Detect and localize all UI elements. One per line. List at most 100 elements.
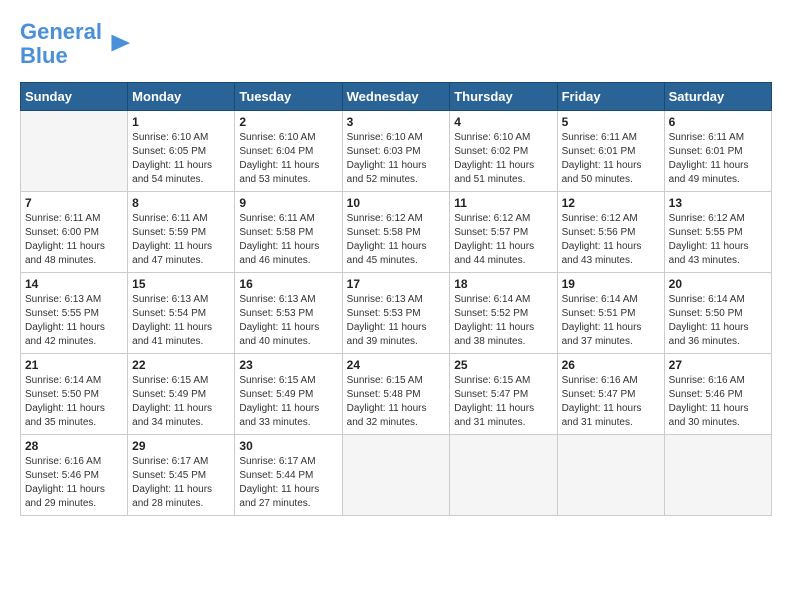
day-info: Sunrise: 6:17 AMSunset: 5:44 PMDaylight:… <box>239 455 337 511</box>
calendar-cell: 15 Sunrise: 6:13 AMSunset: 5:54 PMDayligh… <box>128 273 235 354</box>
calendar-cell <box>342 435 450 516</box>
calendar-cell: 25 Sunrise: 6:15 AMSunset: 5:47 PMDayligh… <box>450 354 557 435</box>
day-number: 25 <box>454 358 552 372</box>
day-info: Sunrise: 6:14 AMSunset: 5:50 PMDaylight:… <box>669 293 767 349</box>
day-info: Sunrise: 6:12 AMSunset: 5:55 PMDaylight:… <box>669 212 767 268</box>
day-number: 15 <box>132 277 230 291</box>
calendar-cell: 23 Sunrise: 6:15 AMSunset: 5:49 PMDayligh… <box>235 354 342 435</box>
day-info: Sunrise: 6:12 AMSunset: 5:56 PMDaylight:… <box>562 212 660 268</box>
calendar-cell: 24 Sunrise: 6:15 AMSunset: 5:48 PMDayligh… <box>342 354 450 435</box>
day-number: 19 <box>562 277 660 291</box>
calendar-cell: 6 Sunrise: 6:11 AMSunset: 6:01 PMDaylight… <box>664 111 771 192</box>
day-number: 8 <box>132 196 230 210</box>
calendar-cell: 3 Sunrise: 6:10 AMSunset: 6:03 PMDaylight… <box>342 111 450 192</box>
header: General Blue <box>20 20 772 68</box>
calendar-cell: 29Sunrise: 6:17 AMSunset: 5:45 PMDayligh… <box>128 435 235 516</box>
day-info: Sunrise: 6:13 AMSunset: 5:53 PMDaylight:… <box>239 293 337 349</box>
calendar-cell: 20 Sunrise: 6:14 AMSunset: 5:50 PMDayligh… <box>664 273 771 354</box>
day-number: 18 <box>454 277 552 291</box>
logo: General Blue <box>20 20 132 68</box>
day-info: Sunrise: 6:12 AMSunset: 5:57 PMDaylight:… <box>454 212 552 268</box>
calendar-cell: 14Sunrise: 6:13 AMSunset: 5:55 PMDayligh… <box>21 273 128 354</box>
calendar-cell: 21Sunrise: 6:14 AMSunset: 5:50 PMDayligh… <box>21 354 128 435</box>
day-number: 16 <box>239 277 337 291</box>
day-info: Sunrise: 6:16 AMSunset: 5:47 PMDaylight:… <box>562 374 660 430</box>
calendar-cell: 9 Sunrise: 6:11 AMSunset: 5:58 PMDaylight… <box>235 192 342 273</box>
day-number: 3 <box>347 115 446 129</box>
calendar-cell: 16 Sunrise: 6:13 AMSunset: 5:53 PMDayligh… <box>235 273 342 354</box>
week-row-1: 1 Sunrise: 6:10 AMSunset: 6:05 PMDaylight… <box>21 111 772 192</box>
calendar-cell: 10Sunrise: 6:12 AMSunset: 5:58 PMDayligh… <box>342 192 450 273</box>
logo-general: General <box>20 19 102 44</box>
day-number: 12 <box>562 196 660 210</box>
day-info: Sunrise: 6:10 AMSunset: 6:04 PMDaylight:… <box>239 131 337 187</box>
day-info: Sunrise: 6:11 AMSunset: 6:00 PMDaylight:… <box>25 212 123 268</box>
day-number: 28 <box>25 439 123 453</box>
calendar-cell: 5 Sunrise: 6:11 AMSunset: 6:01 PMDaylight… <box>557 111 664 192</box>
weekday-header-saturday: Saturday <box>664 83 771 111</box>
week-row-5: 28 Sunrise: 6:16 AMSunset: 5:46 PMDayligh… <box>21 435 772 516</box>
day-info: Sunrise: 6:15 AMSunset: 5:48 PMDaylight:… <box>347 374 446 430</box>
calendar-cell <box>557 435 664 516</box>
calendar-cell <box>664 435 771 516</box>
day-number: 2 <box>239 115 337 129</box>
day-info: Sunrise: 6:15 AMSunset: 5:49 PMDaylight:… <box>239 374 337 430</box>
calendar-cell <box>450 435 557 516</box>
calendar-cell: 22 Sunrise: 6:15 AMSunset: 5:49 PMDayligh… <box>128 354 235 435</box>
day-number: 5 <box>562 115 660 129</box>
weekday-header-thursday: Thursday <box>450 83 557 111</box>
page: General Blue SundayMondayTuesdayWednesda… <box>0 0 792 526</box>
day-number: 23 <box>239 358 337 372</box>
calendar-cell: 1 Sunrise: 6:10 AMSunset: 6:05 PMDaylight… <box>128 111 235 192</box>
day-info: Sunrise: 6:10 AMSunset: 6:02 PMDaylight:… <box>454 131 552 187</box>
day-number: 1 <box>132 115 230 129</box>
day-info: Sunrise: 6:13 AMSunset: 5:53 PMDaylight:… <box>347 293 446 349</box>
weekday-header-wednesday: Wednesday <box>342 83 450 111</box>
day-number: 20 <box>669 277 767 291</box>
day-info: Sunrise: 6:11 AMSunset: 5:58 PMDaylight:… <box>239 212 337 268</box>
weekday-header-friday: Friday <box>557 83 664 111</box>
calendar-cell: 8 Sunrise: 6:11 AMSunset: 5:59 PMDaylight… <box>128 192 235 273</box>
day-info: Sunrise: 6:15 AMSunset: 5:49 PMDaylight:… <box>132 374 230 430</box>
calendar-cell: 26 Sunrise: 6:16 AMSunset: 5:47 PMDayligh… <box>557 354 664 435</box>
day-info: Sunrise: 6:13 AMSunset: 5:54 PMDaylight:… <box>132 293 230 349</box>
day-number: 17 <box>347 277 446 291</box>
logo-text: General Blue <box>20 20 102 68</box>
day-info: Sunrise: 6:16 AMSunset: 5:46 PMDaylight:… <box>669 374 767 430</box>
calendar-cell: 7Sunrise: 6:11 AMSunset: 6:00 PMDaylight… <box>21 192 128 273</box>
day-number: 4 <box>454 115 552 129</box>
day-info: Sunrise: 6:12 AMSunset: 5:58 PMDaylight:… <box>347 212 446 268</box>
calendar-cell: 19 Sunrise: 6:14 AMSunset: 5:51 PMDayligh… <box>557 273 664 354</box>
day-number: 27 <box>669 358 767 372</box>
day-number: 9 <box>239 196 337 210</box>
logo-blue: Blue <box>20 43 68 68</box>
week-row-2: 7Sunrise: 6:11 AMSunset: 6:00 PMDaylight… <box>21 192 772 273</box>
day-info: Sunrise: 6:10 AMSunset: 6:03 PMDaylight:… <box>347 131 446 187</box>
logo-icon <box>104 30 132 58</box>
day-info: Sunrise: 6:14 AMSunset: 5:52 PMDaylight:… <box>454 293 552 349</box>
day-info: Sunrise: 6:11 AMSunset: 6:01 PMDaylight:… <box>562 131 660 187</box>
day-info: Sunrise: 6:11 AMSunset: 5:59 PMDaylight:… <box>132 212 230 268</box>
day-number: 13 <box>669 196 767 210</box>
day-number: 6 <box>669 115 767 129</box>
calendar-cell: 18 Sunrise: 6:14 AMSunset: 5:52 PMDayligh… <box>450 273 557 354</box>
day-info: Sunrise: 6:16 AMSunset: 5:46 PMDaylight:… <box>25 455 123 511</box>
day-number: 30 <box>239 439 337 453</box>
calendar-cell: 28 Sunrise: 6:16 AMSunset: 5:46 PMDayligh… <box>21 435 128 516</box>
day-number: 24 <box>347 358 446 372</box>
day-info: Sunrise: 6:11 AMSunset: 6:01 PMDaylight:… <box>669 131 767 187</box>
day-number: 26 <box>562 358 660 372</box>
calendar-cell: 30 Sunrise: 6:17 AMSunset: 5:44 PMDayligh… <box>235 435 342 516</box>
calendar-cell: 27 Sunrise: 6:16 AMSunset: 5:46 PMDayligh… <box>664 354 771 435</box>
day-number: 14 <box>25 277 123 291</box>
week-row-3: 14Sunrise: 6:13 AMSunset: 5:55 PMDayligh… <box>21 273 772 354</box>
day-info: Sunrise: 6:15 AMSunset: 5:47 PMDaylight:… <box>454 374 552 430</box>
day-info: Sunrise: 6:14 AMSunset: 5:51 PMDaylight:… <box>562 293 660 349</box>
calendar-cell: 11Sunrise: 6:12 AMSunset: 5:57 PMDayligh… <box>450 192 557 273</box>
day-number: 22 <box>132 358 230 372</box>
day-info: Sunrise: 6:10 AMSunset: 6:05 PMDaylight:… <box>132 131 230 187</box>
day-info: Sunrise: 6:14 AMSunset: 5:50 PMDaylight:… <box>25 374 123 430</box>
weekday-header-monday: Monday <box>128 83 235 111</box>
calendar-cell <box>21 111 128 192</box>
calendar-table: SundayMondayTuesdayWednesdayThursdayFrid… <box>20 82 772 516</box>
